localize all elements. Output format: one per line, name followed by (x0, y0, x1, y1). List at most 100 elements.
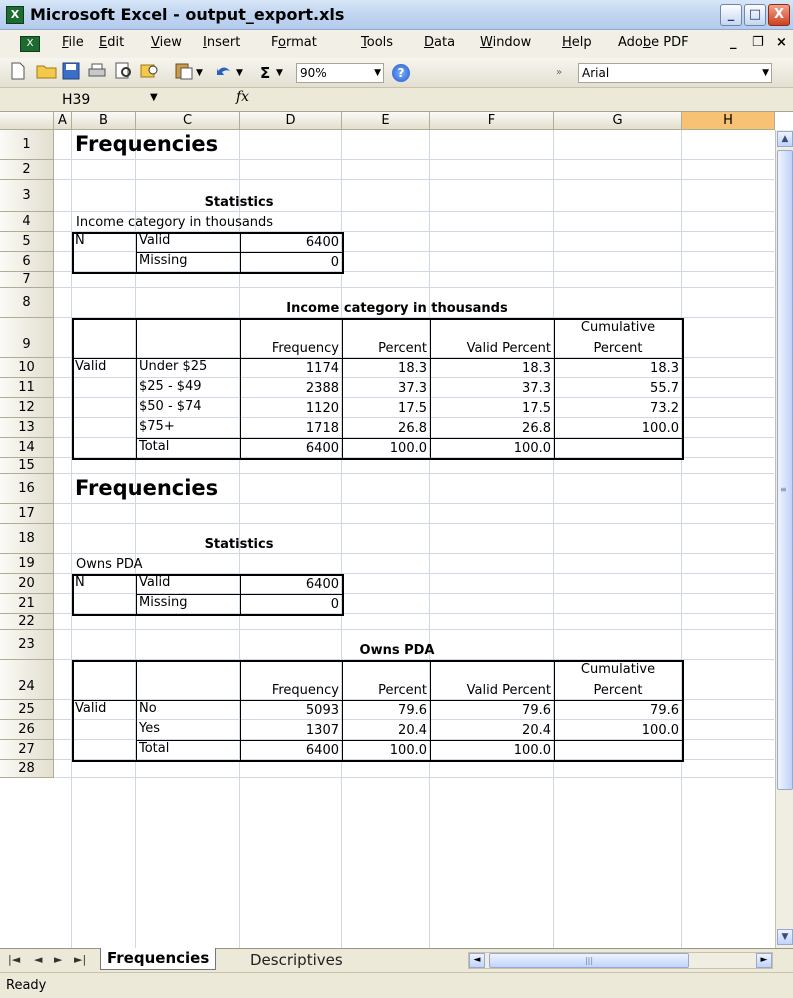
last-sheet-button[interactable]: ►| (74, 953, 86, 966)
doc-minimize-button[interactable]: _ (730, 35, 737, 50)
scroll-right-button[interactable]: ► (756, 953, 772, 968)
help-icon[interactable]: ? (392, 64, 410, 82)
menu-adobe-pdf[interactable]: Adobe PDF (618, 35, 689, 50)
row-header[interactable]: 5 (0, 232, 54, 252)
insert-function-icon[interactable]: fx (236, 89, 249, 105)
new-icon[interactable] (10, 62, 26, 84)
undo-icon[interactable] (214, 62, 234, 84)
autosum-dropdown-icon[interactable]: ▼ (276, 62, 283, 84)
worksheet-grid[interactable]: A B C D E F G H 1 2 3 4 5 6 7 8 9 10 11 12 13 14 15 16 1… (0, 112, 793, 948)
font-select[interactable]: Arial ▼ (578, 63, 772, 83)
minimize-button[interactable]: _ (720, 4, 742, 26)
scroll-up-button[interactable]: ▲ (777, 131, 793, 147)
close-button[interactable]: X (768, 4, 790, 26)
zoom-dropdown-icon[interactable]: ▼ (374, 64, 381, 82)
zoom-select[interactable]: 90% ▼ (296, 63, 384, 83)
tab-frequencies[interactable]: Frequencies (100, 948, 217, 970)
row-header[interactable]: 4 (0, 212, 54, 232)
workbook-icon[interactable]: X (20, 36, 40, 52)
row-header[interactable]: 17 (0, 504, 54, 524)
name-box-dropdown-icon[interactable]: ▼ (150, 92, 158, 103)
horizontal-scrollbar[interactable]: ◄ ||| ► (468, 952, 773, 969)
paste-icon[interactable] (174, 62, 194, 84)
menu-format[interactable]: Format (271, 35, 317, 50)
menu-data[interactable]: Data (424, 35, 455, 50)
row-header[interactable]: 20 (0, 574, 54, 594)
row-header[interactable]: 26 (0, 720, 54, 740)
open-icon[interactable] (36, 62, 58, 84)
variable-label: Income category in thousands (76, 215, 274, 230)
print-preview-icon[interactable] (114, 62, 134, 84)
menu-tools[interactable]: Tools (361, 35, 393, 50)
autosum-icon[interactable]: Σ (260, 62, 270, 84)
menu-help[interactable]: Help (562, 35, 592, 50)
print-icon[interactable] (88, 62, 106, 84)
doc-restore-button[interactable]: ❐ (752, 35, 764, 50)
row-header[interactable]: 16 (0, 474, 54, 504)
row-header[interactable]: 24 (0, 660, 54, 700)
column-header-f[interactable]: F (430, 112, 554, 130)
menu-insert[interactable]: Insert (203, 35, 240, 50)
column-header-g[interactable]: G (554, 112, 682, 130)
prev-sheet-button[interactable]: ◄ (34, 953, 42, 966)
row-header[interactable]: 18 (0, 524, 54, 554)
column-header-b[interactable]: B (72, 112, 136, 130)
row-header[interactable]: 10 (0, 358, 54, 378)
vertical-scroll-thumb[interactable] (777, 150, 793, 790)
menu-edit[interactable]: Edit (99, 35, 124, 50)
name-box[interactable]: H39 (62, 90, 142, 110)
row-header[interactable]: 25 (0, 700, 54, 720)
valid-percent-value: 18.3 (522, 361, 551, 376)
row-header[interactable]: 8 (0, 288, 54, 318)
row-header[interactable]: 15 (0, 458, 54, 474)
vertical-scrollbar[interactable]: ▲ ≡ ▼ (775, 130, 793, 948)
doc-close-button[interactable]: × (776, 35, 787, 50)
window-title: Microsoft Excel - output_export.xls (30, 5, 345, 24)
menu-file[interactable]: File (62, 35, 84, 50)
gridline (429, 130, 430, 948)
row-header[interactable]: 9 (0, 318, 54, 358)
row-header[interactable]: 13 (0, 418, 54, 438)
row-header[interactable]: 12 (0, 398, 54, 418)
frequency-value: 5093 (305, 703, 339, 718)
row-header[interactable]: 2 (0, 160, 54, 180)
row-header[interactable]: 3 (0, 180, 54, 212)
row-header[interactable]: 28 (0, 760, 54, 778)
column-header-d[interactable]: D (240, 112, 342, 130)
maximize-button[interactable]: □ (744, 4, 766, 26)
font-dropdown-icon[interactable]: ▼ (762, 64, 769, 82)
save-icon[interactable] (62, 62, 80, 84)
row-header[interactable]: 19 (0, 554, 54, 574)
row-header[interactable]: 14 (0, 438, 54, 458)
toolbar-options-icon[interactable]: » (556, 62, 562, 84)
scroll-left-button[interactable]: ◄ (469, 953, 485, 968)
row-header[interactable]: 1 (0, 130, 54, 160)
row-header[interactable]: 6 (0, 252, 54, 272)
valid-row-label: Valid (75, 359, 107, 374)
column-header-c[interactable]: C (136, 112, 240, 130)
table-rule (430, 660, 431, 760)
research-icon[interactable] (140, 62, 160, 84)
row-header[interactable]: 23 (0, 630, 54, 660)
undo-dropdown-icon[interactable]: ▼ (236, 62, 243, 84)
row-header[interactable]: 7 (0, 272, 54, 288)
paste-dropdown-icon[interactable]: ▼ (196, 62, 203, 84)
valid-percent-value: 26.8 (522, 421, 551, 436)
scroll-down-button[interactable]: ▼ (777, 929, 793, 945)
menu-window[interactable]: Window (480, 35, 531, 50)
horizontal-scroll-thumb[interactable]: ||| (489, 953, 689, 968)
row-header[interactable]: 11 (0, 378, 54, 398)
tab-descriptives[interactable]: Descriptives (244, 950, 349, 970)
row-header[interactable]: 22 (0, 614, 54, 630)
row-header[interactable]: 21 (0, 594, 54, 614)
column-header-h[interactable]: H (682, 112, 775, 130)
excel-app-icon[interactable]: X (6, 6, 24, 24)
first-sheet-button[interactable]: |◄ (8, 953, 20, 966)
next-sheet-button[interactable]: ► (54, 953, 62, 966)
frequency-table-title: Owns PDA (359, 643, 435, 658)
row-header[interactable]: 27 (0, 740, 54, 760)
menu-view[interactable]: View (151, 35, 182, 50)
column-header-a[interactable]: A (54, 112, 72, 130)
select-all-corner[interactable] (0, 112, 54, 130)
column-header-e[interactable]: E (342, 112, 430, 130)
